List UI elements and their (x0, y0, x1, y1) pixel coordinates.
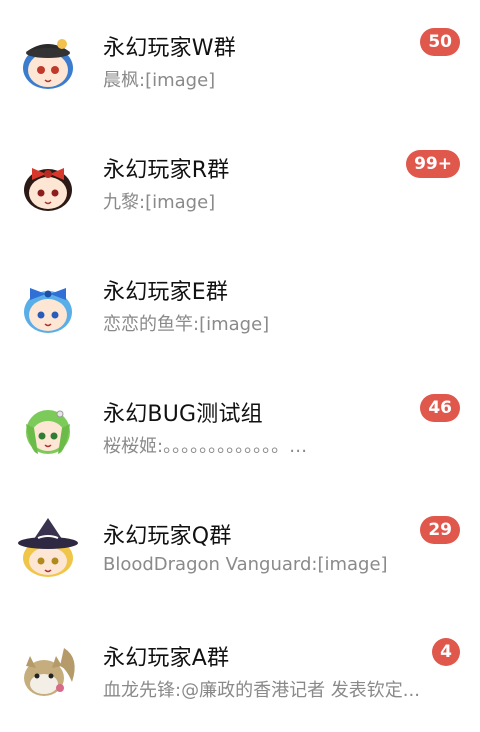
chat-preview: 晨枫:[image] (103, 70, 216, 91)
chat-title: 永幻玩家W群 (103, 36, 236, 61)
chat-preview: 桜桜姬:。。。。。。。。。。。。。… (103, 436, 308, 457)
chat-row-e-group[interactable]: 永幻玩家E群 恋恋的鱼竿:[image] (0, 244, 480, 366)
chat-row-a-group[interactable]: 永幻玩家A群 血龙先锋:@廉政的香港记者 发表钦定... 4 (0, 610, 480, 732)
green-hair-avatar-icon (16, 394, 80, 458)
witch-hat-avatar-icon (16, 516, 80, 580)
chat-row-w-group[interactable]: 永幻玩家W群 晨枫:[image] 50 (0, 0, 480, 122)
blue-hair-hat-avatar-icon (16, 28, 80, 92)
unread-badge: 46 (420, 394, 460, 422)
blue-bow-avatar-icon (16, 272, 80, 336)
chat-title: 永幻玩家E群 (103, 280, 229, 305)
chat-list: 永幻玩家W群 晨枫:[image] 50 永幻玩家R群 九黎:[image] 9… (0, 0, 480, 731)
unread-badge: 50 (420, 28, 460, 56)
chat-preview: 恋恋的鱼竿:[image] (103, 314, 270, 335)
squirrel-avatar-icon (16, 638, 80, 702)
chat-title: 永幻玩家Q群 (103, 524, 232, 549)
chat-row-bug-test-group[interactable]: 永幻BUG测试组 桜桜姬:。。。。。。。。。。。。。… 46 (0, 366, 480, 488)
chat-row-q-group[interactable]: 永幻玩家Q群 BloodDragon Vanguard:[image] 29 (0, 488, 480, 610)
chat-title: 永幻BUG测试组 (103, 402, 263, 427)
red-bow-avatar-icon (16, 150, 80, 214)
chat-preview: 血龙先锋:@廉政的香港记者 发表钦定... (103, 680, 420, 701)
chat-title: 永幻玩家A群 (103, 646, 230, 671)
chat-row-r-group[interactable]: 永幻玩家R群 九黎:[image] 99+ (0, 122, 480, 244)
unread-badge: 99+ (406, 150, 460, 178)
unread-badge: 4 (432, 638, 460, 666)
chat-preview: 九黎:[image] (103, 192, 216, 213)
chat-title: 永幻玩家R群 (103, 158, 230, 183)
unread-badge: 29 (420, 516, 460, 544)
chat-preview: BloodDragon Vanguard:[image] (103, 554, 388, 575)
